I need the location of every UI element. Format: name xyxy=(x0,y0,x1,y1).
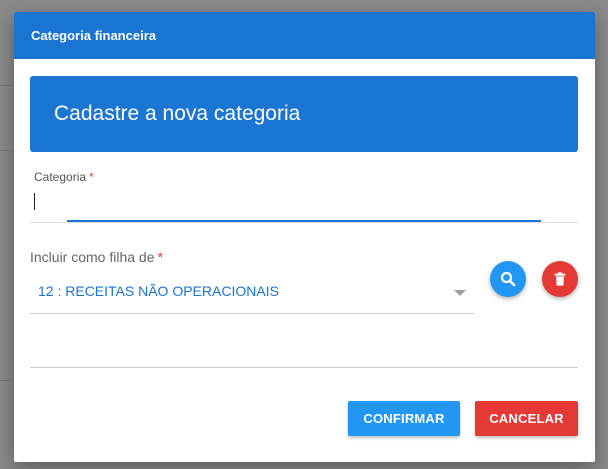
dialog-title: Categoria financeira xyxy=(31,28,156,43)
background-divider xyxy=(0,85,14,86)
parent-label-text: Incluir como filha de xyxy=(30,249,155,265)
parent-category-selected-value: 12 : RECEITAS NÃO OPERACIONAIS xyxy=(38,283,279,299)
category-input[interactable] xyxy=(30,188,578,222)
banner-text: Cadastre a nova categoria xyxy=(54,102,301,125)
category-input-baseline xyxy=(30,222,578,223)
parent-field-label: Incluir como filha de * xyxy=(30,249,163,265)
category-label-text: Categoria xyxy=(34,170,87,184)
confirm-button[interactable]: CONFIRMAR xyxy=(348,401,460,436)
cancel-button[interactable]: CANCELAR xyxy=(475,401,578,436)
category-dialog: Categoria financeira Cadastre a nova cat… xyxy=(14,12,595,462)
dialog-header: Categoria financeira xyxy=(14,12,595,59)
footer-divider xyxy=(30,367,578,368)
category-field-label: Categoria * xyxy=(34,170,94,184)
search-button[interactable] xyxy=(490,261,526,297)
required-mark: * xyxy=(89,170,94,184)
required-mark: * xyxy=(157,249,163,265)
trash-icon xyxy=(554,272,566,286)
delete-button[interactable] xyxy=(542,261,578,297)
category-input-focus-underline xyxy=(67,220,541,222)
search-icon xyxy=(500,271,516,287)
form-banner: Cadastre a nova categoria xyxy=(30,76,578,152)
parent-select-underline xyxy=(30,313,474,314)
chevron-down-icon[interactable] xyxy=(454,290,466,296)
background-divider xyxy=(0,380,14,381)
background-divider xyxy=(0,150,14,151)
